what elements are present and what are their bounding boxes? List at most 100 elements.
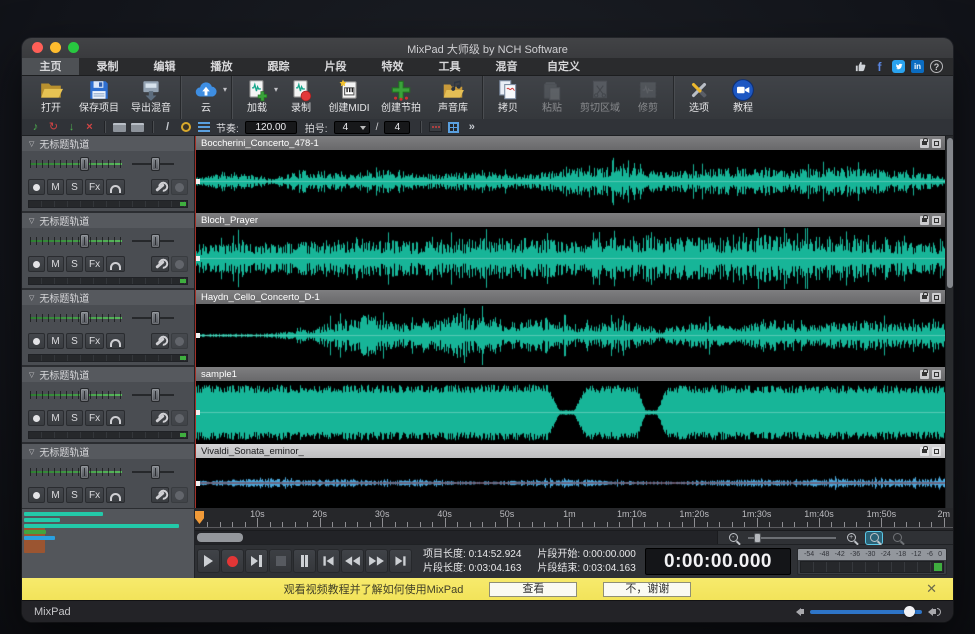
track-header[interactable]: ▽无标题轨道 xyxy=(22,136,194,151)
pan-slider-handle[interactable] xyxy=(151,234,160,248)
audio-clip[interactable]: Haydn_Cello_Concerto_D-1 xyxy=(195,290,945,367)
mixer-icon[interactable] xyxy=(196,121,211,134)
volume-slider[interactable] xyxy=(30,465,122,479)
tab-effects[interactable]: 特效 xyxy=(364,58,421,75)
zoom-slider-thumb[interactable] xyxy=(754,533,761,543)
solo-button[interactable]: S xyxy=(66,487,83,503)
audio-clip[interactable]: Vivaldi_Sonata_eminor_ xyxy=(195,444,945,508)
cloud-button[interactable]: ▾云 xyxy=(184,76,228,119)
arm-record-button[interactable] xyxy=(28,410,45,426)
fast-forward-button[interactable] xyxy=(365,549,388,573)
snap-icon[interactable] xyxy=(428,121,443,134)
download-tool-icon[interactable]: ↓ xyxy=(64,121,79,134)
draw-tool-icon[interactable]: / xyxy=(160,121,175,134)
clip-title-bar[interactable]: sample1 xyxy=(195,367,945,381)
grid-icon[interactable] xyxy=(446,121,461,134)
dismiss-button[interactable]: 不，谢谢 xyxy=(603,582,691,597)
note-tool-icon[interactable]: ♪ xyxy=(28,121,43,134)
vertical-scrollbar-thumb[interactable] xyxy=(947,138,953,288)
pan-slider[interactable] xyxy=(132,234,174,248)
tab-custom[interactable]: 自定义 xyxy=(535,58,592,75)
track-header[interactable]: ▽无标题轨道 xyxy=(22,444,194,459)
arm-record-button[interactable] xyxy=(28,256,45,272)
tab-mix[interactable]: 混音 xyxy=(478,58,535,75)
folder-tool-icon[interactable] xyxy=(112,121,127,134)
thumbs-up-icon[interactable] xyxy=(854,60,867,73)
metronome-icon[interactable] xyxy=(178,121,193,134)
view-tutorial-button[interactable]: 查看 xyxy=(489,582,577,597)
collapse-icon[interactable]: ▽ xyxy=(29,140,34,148)
track-tools-button[interactable] xyxy=(151,256,169,272)
collapse-icon[interactable]: ▽ xyxy=(29,294,34,302)
project-overview-minimap[interactable] xyxy=(22,508,195,578)
volume-slider[interactable] xyxy=(30,234,122,248)
facebook-icon[interactable]: f xyxy=(873,60,886,73)
fx-button[interactable]: Fx xyxy=(85,333,104,349)
mute-button[interactable]: M xyxy=(47,333,64,349)
horizontal-scrollbar-thumb[interactable] xyxy=(197,533,243,542)
volume-slider-handle[interactable] xyxy=(80,388,89,402)
help-icon[interactable]: ? xyxy=(930,60,943,73)
fx-button[interactable]: Fx xyxy=(85,256,104,272)
tab-play[interactable]: 播放 xyxy=(193,58,250,75)
title-bar[interactable]: MixPad 大师级 by NCH Software xyxy=(22,38,953,58)
collapse-icon[interactable]: ▽ xyxy=(29,448,34,456)
options-button[interactable]: 选项 xyxy=(677,76,721,119)
solo-button[interactable]: S xyxy=(66,179,83,195)
clip-menu-icon[interactable] xyxy=(932,216,941,225)
fx-button[interactable]: Fx xyxy=(85,179,104,195)
audio-clip[interactable]: Boccherini_Concerto_478-1 xyxy=(195,136,945,213)
tab-edit[interactable]: 编辑 xyxy=(136,58,193,75)
track-tools-button[interactable] xyxy=(151,487,169,503)
rewind-button[interactable] xyxy=(341,549,364,573)
arm-record-button[interactable] xyxy=(28,487,45,503)
clip-menu-icon[interactable] xyxy=(932,139,941,148)
linkedin-icon[interactable]: in xyxy=(911,60,924,73)
pan-slider-handle[interactable] xyxy=(151,465,160,479)
lock-icon[interactable] xyxy=(920,139,929,148)
chevron-down-icon[interactable]: ▾ xyxy=(223,85,227,94)
track-header[interactable]: ▽无标题轨道 xyxy=(22,213,194,228)
tab-track[interactable]: 跟踪 xyxy=(250,58,307,75)
volume-slider[interactable] xyxy=(30,157,122,171)
lock-icon[interactable] xyxy=(920,216,929,225)
library-button[interactable]: 声音库 xyxy=(427,76,479,119)
solo-button[interactable]: S xyxy=(66,333,83,349)
volume-slider[interactable] xyxy=(810,610,922,614)
zoom-selection-button[interactable] xyxy=(866,532,882,544)
chevron-down-icon[interactable]: ▾ xyxy=(274,85,278,94)
volume-slider-thumb[interactable] xyxy=(904,606,915,617)
clip-title-bar[interactable]: Haydn_Cello_Concerto_D-1 xyxy=(195,290,945,304)
save-button[interactable]: 保存项目 xyxy=(73,76,125,119)
load-button[interactable]: ▾加载 xyxy=(235,76,279,119)
timesig-denominator-input[interactable]: 4 xyxy=(384,121,410,134)
delete-tool-icon[interactable]: × xyxy=(82,121,97,134)
monitor-button[interactable] xyxy=(106,487,125,503)
monitor-button[interactable] xyxy=(106,256,125,272)
tutorial-button[interactable]: 教程 xyxy=(721,76,765,119)
fx-button[interactable]: Fx xyxy=(85,410,104,426)
mute-button[interactable]: M xyxy=(47,487,64,503)
clip-title-bar[interactable]: Boccherini_Concerto_478-1 xyxy=(195,136,945,150)
volume-slider[interactable] xyxy=(30,388,122,402)
play-button[interactable] xyxy=(197,549,220,573)
zoom-in-button[interactable]: + xyxy=(843,532,859,544)
export-button[interactable]: 导出混音 xyxy=(125,76,177,119)
vertical-scrollbar[interactable] xyxy=(945,136,953,508)
fast-scroll-icon[interactable]: » xyxy=(464,121,479,134)
copy-button[interactable]: 拷贝 xyxy=(486,76,530,119)
track-tools-button[interactable] xyxy=(151,333,169,349)
tab-clip[interactable]: 片段 xyxy=(307,58,364,75)
waveform[interactable] xyxy=(195,381,945,444)
loop-tool-icon[interactable]: ↻ xyxy=(46,121,61,134)
pause-button[interactable] xyxy=(293,549,316,573)
waveform-area[interactable]: Boccherini_Concerto_478-1 Bloch_PrayerHay… xyxy=(195,136,945,508)
folder-new-tool-icon[interactable] xyxy=(130,121,145,134)
pan-slider-handle[interactable] xyxy=(151,311,160,325)
collapse-icon[interactable]: ▽ xyxy=(29,371,34,379)
tab-record[interactable]: 录制 xyxy=(79,58,136,75)
timesig-numerator-select[interactable]: 4 xyxy=(334,121,370,134)
audio-clip[interactable]: sample1 xyxy=(195,367,945,444)
audio-clip[interactable]: Bloch_Prayer xyxy=(195,213,945,290)
horizontal-scrollbar[interactable] xyxy=(195,531,718,544)
